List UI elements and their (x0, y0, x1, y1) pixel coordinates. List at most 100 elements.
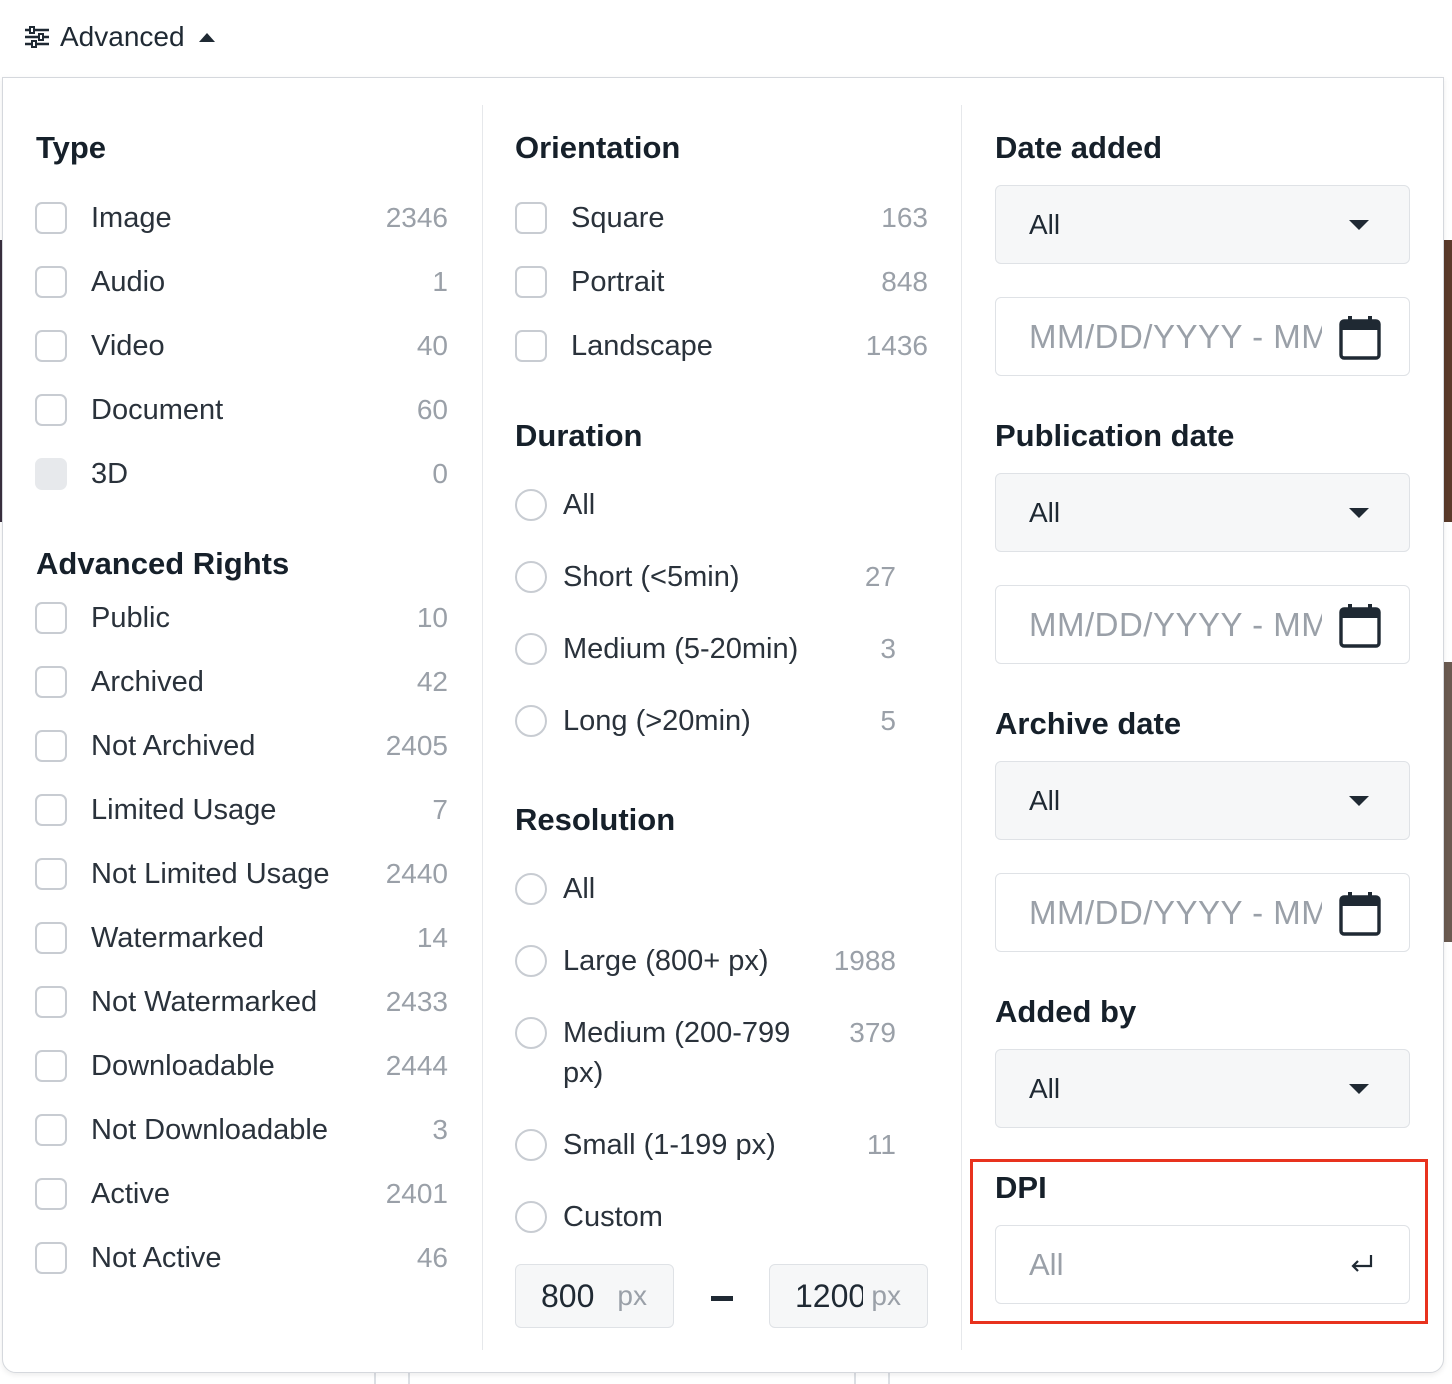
type-option-image[interactable]: Image 2346 (35, 198, 448, 238)
advanced-toggle-button[interactable]: Advanced (24, 18, 215, 56)
resolution-option-custom[interactable]: Custom (515, 1197, 896, 1237)
checkbox[interactable] (35, 202, 67, 234)
checkbox[interactable] (35, 602, 67, 634)
rights-option-not-archived[interactable]: Not Archived 2405 (35, 726, 448, 766)
checkbox[interactable] (515, 330, 547, 362)
option-count: 10 (416, 602, 448, 633)
checkbox[interactable] (35, 858, 67, 890)
radio-button[interactable] (515, 705, 547, 737)
option-label: Audio (91, 266, 166, 298)
rights-option-not-limited-usage[interactable]: Not Limited Usage 2440 (35, 854, 448, 894)
checkbox[interactable] (35, 794, 67, 826)
rights-option-not-downloadable[interactable]: Not Downloadable 3 (35, 1110, 448, 1150)
date-added-range-input[interactable]: MM/DD/YYYY - MM/DD/YYYY (995, 297, 1410, 376)
checkbox[interactable] (515, 202, 547, 234)
checkbox[interactable] (35, 1114, 67, 1146)
checkbox[interactable] (35, 330, 67, 362)
range-separator (711, 1296, 733, 1301)
select-value: All (1029, 785, 1061, 816)
checkbox[interactable] (35, 1050, 67, 1082)
dpi-input[interactable]: All (995, 1225, 1410, 1304)
option-count: 379 (849, 1017, 896, 1048)
orientation-option-portrait[interactable]: Portrait 848 (515, 262, 928, 302)
sliders-icon (24, 26, 50, 48)
rights-option-not-active[interactable]: Not Active 46 (35, 1238, 448, 1278)
radio-button[interactable] (515, 1129, 547, 1161)
rights-option-downloadable[interactable]: Downloadable 2444 (35, 1046, 448, 1086)
range-placeholder: MM/DD/YYYY - MM/DD/YYYY (1029, 894, 1322, 931)
option-count: 27 (864, 561, 896, 592)
radio-button[interactable] (515, 633, 547, 665)
enter-icon[interactable] (1349, 1252, 1375, 1281)
option-label: All (563, 873, 596, 905)
column-divider (482, 105, 483, 1350)
resolution-min-input[interactable]: 800 px (515, 1264, 674, 1328)
archive-date-select[interactable]: All (995, 761, 1410, 840)
date-added-title: Date added (995, 130, 1163, 165)
duration-option-short[interactable]: Short (<5min) 27 (515, 557, 896, 597)
option-count: 11 (866, 1129, 896, 1160)
option-label: Landscape (571, 330, 713, 362)
type-option-video[interactable]: Video 40 (35, 326, 448, 366)
option-count: 60 (416, 394, 448, 425)
rights-option-watermarked[interactable]: Watermarked 14 (35, 918, 448, 958)
checkbox[interactable] (35, 730, 67, 762)
checkbox[interactable] (35, 394, 67, 426)
filter-toolbar: Advanced (0, 0, 1452, 76)
publication-date-range-input[interactable]: MM/DD/YYYY - MM/DD/YYYY (995, 585, 1410, 664)
checkbox[interactable] (35, 986, 67, 1018)
archive-date-range-input[interactable]: MM/DD/YYYY - MM/DD/YYYY (995, 873, 1410, 952)
orientation-option-landscape[interactable]: Landscape 1436 (515, 326, 928, 366)
radio-button[interactable] (515, 561, 547, 593)
option-label: Active (91, 1178, 170, 1210)
calendar-icon[interactable] (1339, 891, 1381, 942)
type-option-document[interactable]: Document 60 (35, 390, 448, 430)
radio-button[interactable] (515, 945, 547, 977)
rights-option-not-watermarked[interactable]: Not Watermarked 2433 (35, 982, 448, 1022)
unit-label: px (871, 1280, 901, 1311)
resolution-max-input[interactable]: 1200 px (769, 1264, 928, 1328)
duration-option-long[interactable]: Long (>20min) 5 (515, 701, 896, 741)
radio-button[interactable] (515, 873, 547, 905)
checkbox[interactable] (35, 666, 67, 698)
orientation-option-square[interactable]: Square 163 (515, 198, 928, 238)
select-value: All (1029, 1073, 1061, 1104)
dpi-title: DPI (995, 1170, 1047, 1205)
chevron-down-icon (1349, 220, 1369, 230)
rights-option-archived[interactable]: Archived 42 (35, 662, 448, 702)
option-label: Public (91, 602, 170, 634)
duration-option-all[interactable]: All (515, 485, 896, 525)
added-by-select[interactable]: All (995, 1049, 1410, 1128)
rights-option-public[interactable]: Public 10 (35, 598, 448, 638)
checkbox[interactable] (515, 266, 547, 298)
rights-option-active[interactable]: Active 2401 (35, 1174, 448, 1214)
range-placeholder: MM/DD/YYYY - MM/DD/YYYY (1029, 318, 1322, 355)
date-added-select[interactable]: All (995, 185, 1410, 264)
resolution-option-large[interactable]: Large (800+ px) 1988 (515, 941, 896, 981)
resolution-option-medium[interactable]: Medium (200-799 px) 379 (515, 1013, 896, 1093)
publication-date-title: Publication date (995, 418, 1235, 453)
checkbox[interactable] (35, 1178, 67, 1210)
option-count: 40 (416, 330, 448, 361)
option-label: Portrait (571, 266, 665, 298)
calendar-icon[interactable] (1339, 315, 1381, 366)
select-value: All (1029, 497, 1061, 528)
rights-option-limited-usage[interactable]: Limited Usage 7 (35, 790, 448, 830)
radio-button[interactable] (515, 1201, 547, 1233)
type-title: Type (36, 130, 107, 165)
option-label: Not Downloadable (91, 1114, 328, 1146)
publication-date-select[interactable]: All (995, 473, 1410, 552)
resolution-option-small[interactable]: Small (1-199 px) 11 (515, 1125, 896, 1165)
checkbox[interactable] (35, 922, 67, 954)
radio-button[interactable] (515, 489, 547, 521)
select-value: All (1029, 209, 1061, 240)
duration-option-medium[interactable]: Medium (5-20min) 3 (515, 629, 896, 669)
checkbox[interactable] (35, 266, 67, 298)
background-divider (408, 1372, 410, 1384)
type-option-audio[interactable]: Audio 1 (35, 262, 448, 302)
resolution-option-all[interactable]: All (515, 869, 896, 909)
calendar-icon[interactable] (1339, 603, 1381, 654)
checkbox[interactable] (35, 1242, 67, 1274)
radio-button[interactable] (515, 1017, 547, 1049)
added-by-title: Added by (995, 994, 1137, 1029)
